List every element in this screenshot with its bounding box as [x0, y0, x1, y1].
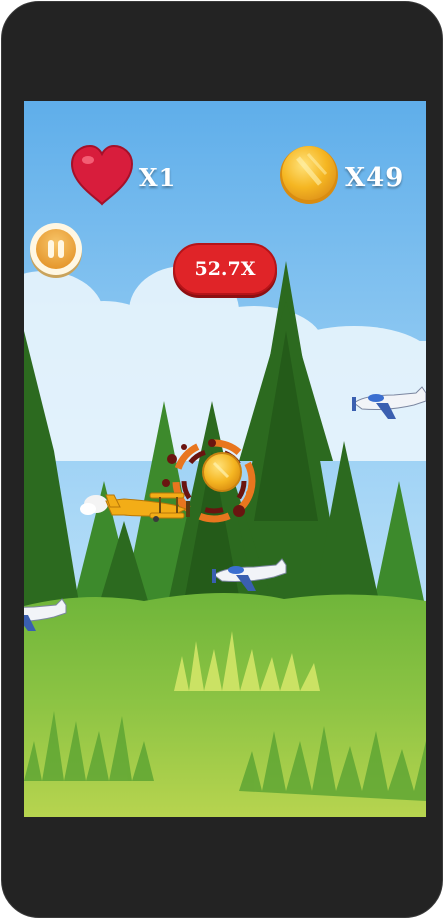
phone-frame: X1 X49 52.7X: [1, 1, 443, 918]
heart-icon: [70, 144, 134, 206]
coins-count: X49: [345, 163, 405, 193]
lives-count: X1: [139, 163, 177, 192]
pause-button[interactable]: [30, 223, 82, 275]
coin-collectible: [202, 452, 242, 492]
pause-icon: [36, 229, 76, 269]
multiplier-badge: 52.7X: [173, 243, 277, 295]
coin-icon: [280, 146, 338, 204]
game-scene: [24, 101, 426, 817]
multiplier-text: 52.7X: [194, 258, 256, 280]
game-screen[interactable]: X1 X49 52.7X: [24, 101, 426, 817]
